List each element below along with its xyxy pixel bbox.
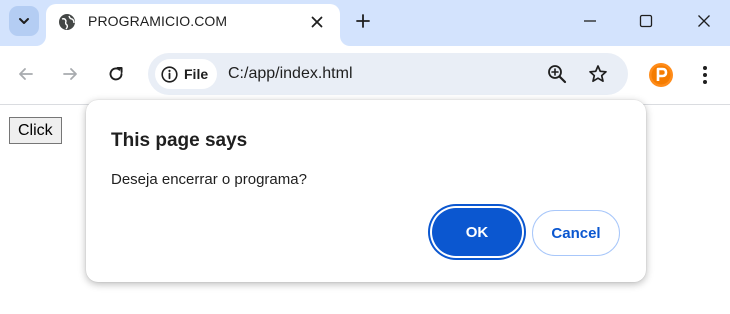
reload-button[interactable]: [102, 60, 130, 88]
click-button[interactable]: Click: [9, 117, 62, 144]
extension-p-icon[interactable]: [648, 62, 674, 88]
close-icon: [311, 16, 323, 28]
arrow-right-icon: [63, 68, 77, 80]
back-button[interactable]: [12, 60, 40, 88]
minimize-icon: [584, 20, 596, 22]
forward-button[interactable]: [56, 60, 84, 88]
chevron-down-icon: [19, 18, 29, 24]
close-icon: [698, 15, 710, 27]
info-icon: [161, 66, 178, 83]
tab-title: PROGRAMICIO.COM: [88, 13, 228, 29]
zoom-button[interactable]: [546, 63, 568, 85]
kebab-menu-icon: [703, 66, 707, 84]
maximize-icon: [639, 14, 653, 28]
cancel-button[interactable]: Cancel: [532, 210, 620, 256]
plus-icon: [356, 14, 370, 28]
new-tab-button[interactable]: [350, 8, 376, 34]
url-text[interactable]: C:/app/index.html: [228, 65, 353, 83]
dialog-message: Deseja encerrar o programa?: [111, 171, 307, 188]
ok-button[interactable]: OK: [432, 208, 522, 256]
minimize-button[interactable]: [570, 6, 610, 36]
browser-window: PROGRAMICIO.COM File C:/app/index.html C…: [0, 0, 730, 314]
reload-icon: [109, 67, 123, 81]
tab-close-button[interactable]: [306, 11, 328, 33]
window-close-button[interactable]: [684, 6, 724, 36]
tab-strip: PROGRAMICIO.COM: [0, 0, 730, 46]
globe-icon: [59, 14, 75, 30]
site-info-chip[interactable]: File: [155, 59, 217, 89]
menu-button[interactable]: [694, 62, 716, 88]
alert-dialog: This page says Deseja encerrar o program…: [86, 100, 646, 282]
maximize-button[interactable]: [626, 6, 666, 36]
arrow-left-icon: [19, 68, 33, 80]
tab-search-button[interactable]: [9, 6, 39, 36]
address-bar[interactable]: File C:/app/index.html: [148, 53, 628, 95]
tab-active[interactable]: PROGRAMICIO.COM: [46, 4, 340, 46]
toolbar: File C:/app/index.html: [0, 46, 730, 105]
zoom-in-icon: [548, 65, 567, 84]
dialog-title: This page says: [111, 130, 248, 151]
star-icon: [589, 65, 607, 83]
site-info-label: File: [184, 66, 209, 82]
bookmark-button[interactable]: [587, 63, 609, 85]
